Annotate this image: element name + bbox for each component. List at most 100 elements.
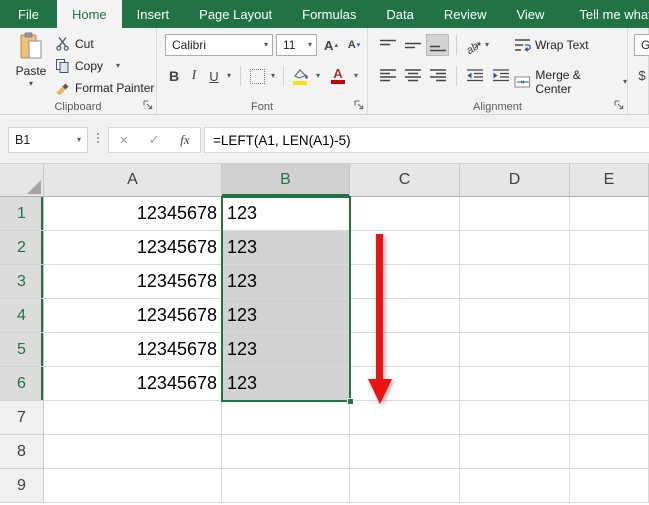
cell-D2[interactable] [460,231,570,265]
cell-C2[interactable] [350,231,460,265]
cell-B8[interactable] [222,435,350,469]
tab-view[interactable]: View [501,0,559,28]
cell-D8[interactable] [460,435,570,469]
column-header-C[interactable]: C [350,164,460,197]
orientation-button[interactable]: ab ▾ [462,34,490,56]
row-header-6[interactable]: 6 [0,367,44,401]
font-dialog-launcher[interactable] [354,100,364,110]
tab-data[interactable]: Data [371,0,428,28]
accounting-format-button[interactable]: $ [634,64,649,86]
cell-A7[interactable] [44,401,222,435]
cell-B3[interactable]: 123 [222,265,350,299]
row-header-1[interactable]: 1 [0,197,44,231]
bold-button[interactable]: B [165,64,183,88]
cell-E4[interactable] [570,299,649,333]
tab-review[interactable]: Review [429,0,502,28]
cell-B6[interactable]: 123 [222,367,350,401]
cell-E6[interactable] [570,367,649,401]
cell-E2[interactable] [570,231,649,265]
merge-center-button[interactable]: Merge & Center ▾ [514,68,627,96]
middle-align-button[interactable] [401,34,424,56]
row-header-9[interactable]: 9 [0,469,44,503]
name-box-caret-icon[interactable]: ▾ [77,136,81,144]
cell-B7[interactable] [222,401,350,435]
borders-dropdown[interactable]: ▾ [267,64,279,88]
cell-C8[interactable] [350,435,460,469]
bottom-align-button[interactable] [426,34,449,56]
fill-color-button[interactable] [289,64,311,88]
underline-dropdown[interactable]: ▾ [223,64,235,88]
number-format-combo[interactable]: Ge [634,34,649,56]
cell-D6[interactable] [460,367,570,401]
cell-E7[interactable] [570,401,649,435]
tab-page-layout[interactable]: Page Layout [184,0,287,28]
cell-E9[interactable] [570,469,649,503]
cut-button[interactable]: Cut [55,35,154,52]
row-header-2[interactable]: 2 [0,231,44,265]
cell-B4[interactable]: 123 [222,299,350,333]
column-header-D[interactable]: D [460,164,570,197]
font-color-dropdown[interactable]: ▾ [350,64,362,88]
tab-file[interactable]: File [0,0,57,28]
format-painter-button[interactable]: Format Painter [55,79,154,96]
cell-D7[interactable] [460,401,570,435]
column-header-A[interactable]: A [44,164,222,197]
cell-D9[interactable] [460,469,570,503]
cell-A3[interactable]: 12345678 [44,265,222,299]
cell-D5[interactable] [460,333,570,367]
tab-insert[interactable]: Insert [122,0,185,28]
enter-icon[interactable]: ✓ [149,133,160,148]
align-right-button[interactable] [426,64,449,86]
italic-button[interactable]: I [186,64,202,88]
cell-A2[interactable]: 12345678 [44,231,222,265]
row-header-7[interactable]: 7 [0,401,44,435]
align-center-button[interactable] [401,64,424,86]
cell-D1[interactable] [460,197,570,231]
copy-button[interactable]: Copy ▾ [55,57,154,74]
font-size-combo[interactable]: 11 ▾ [276,34,317,56]
decrease-font-size-button[interactable]: A ▾ [343,34,365,56]
cell-E5[interactable] [570,333,649,367]
cell-B1[interactable]: 123 [222,197,350,231]
insert-function-icon[interactable]: fx [180,132,189,148]
decrease-indent-button[interactable] [463,64,486,86]
cell-C3[interactable] [350,265,460,299]
increase-indent-button[interactable] [489,64,512,86]
merge-center-caret-icon[interactable]: ▾ [623,78,627,86]
cell-C7[interactable] [350,401,460,435]
cell-A5[interactable]: 12345678 [44,333,222,367]
column-header-B[interactable]: B [222,164,350,197]
borders-button[interactable] [247,64,267,88]
cell-D4[interactable] [460,299,570,333]
cell-C6[interactable] [350,367,460,401]
cell-B5[interactable]: 123 [222,333,350,367]
tell-me-box[interactable]: Tell me what you [572,0,649,28]
align-left-button[interactable] [376,64,399,86]
cell-A9[interactable] [44,469,222,503]
row-header-5[interactable]: 5 [0,333,44,367]
increase-font-size-button[interactable]: A ▴ [320,34,342,56]
tab-formulas[interactable]: Formulas [287,0,371,28]
fill-handle[interactable] [347,398,354,405]
paste-button[interactable]: Paste ▾ [6,32,56,110]
cell-A1[interactable]: 12345678 [44,197,222,231]
paste-dropdown-caret-icon[interactable]: ▾ [29,80,33,88]
column-header-E[interactable]: E [570,164,649,197]
font-name-combo[interactable]: Calibri ▾ [165,34,273,56]
formula-bar-resizer[interactable] [97,133,99,143]
cell-A8[interactable] [44,435,222,469]
cell-A4[interactable]: 12345678 [44,299,222,333]
font-name-caret-icon[interactable]: ▾ [264,41,268,49]
cell-B9[interactable] [222,469,350,503]
cancel-icon[interactable]: × [119,132,128,149]
cell-A6[interactable]: 12345678 [44,367,222,401]
cell-C5[interactable] [350,333,460,367]
cell-C9[interactable] [350,469,460,503]
alignment-dialog-launcher[interactable] [614,100,624,110]
cell-C4[interactable] [350,299,460,333]
cell-B2[interactable]: 123 [222,231,350,265]
cell-D3[interactable] [460,265,570,299]
cell-C1[interactable] [350,197,460,231]
top-align-button[interactable] [376,34,399,56]
fill-color-dropdown[interactable]: ▾ [312,64,324,88]
